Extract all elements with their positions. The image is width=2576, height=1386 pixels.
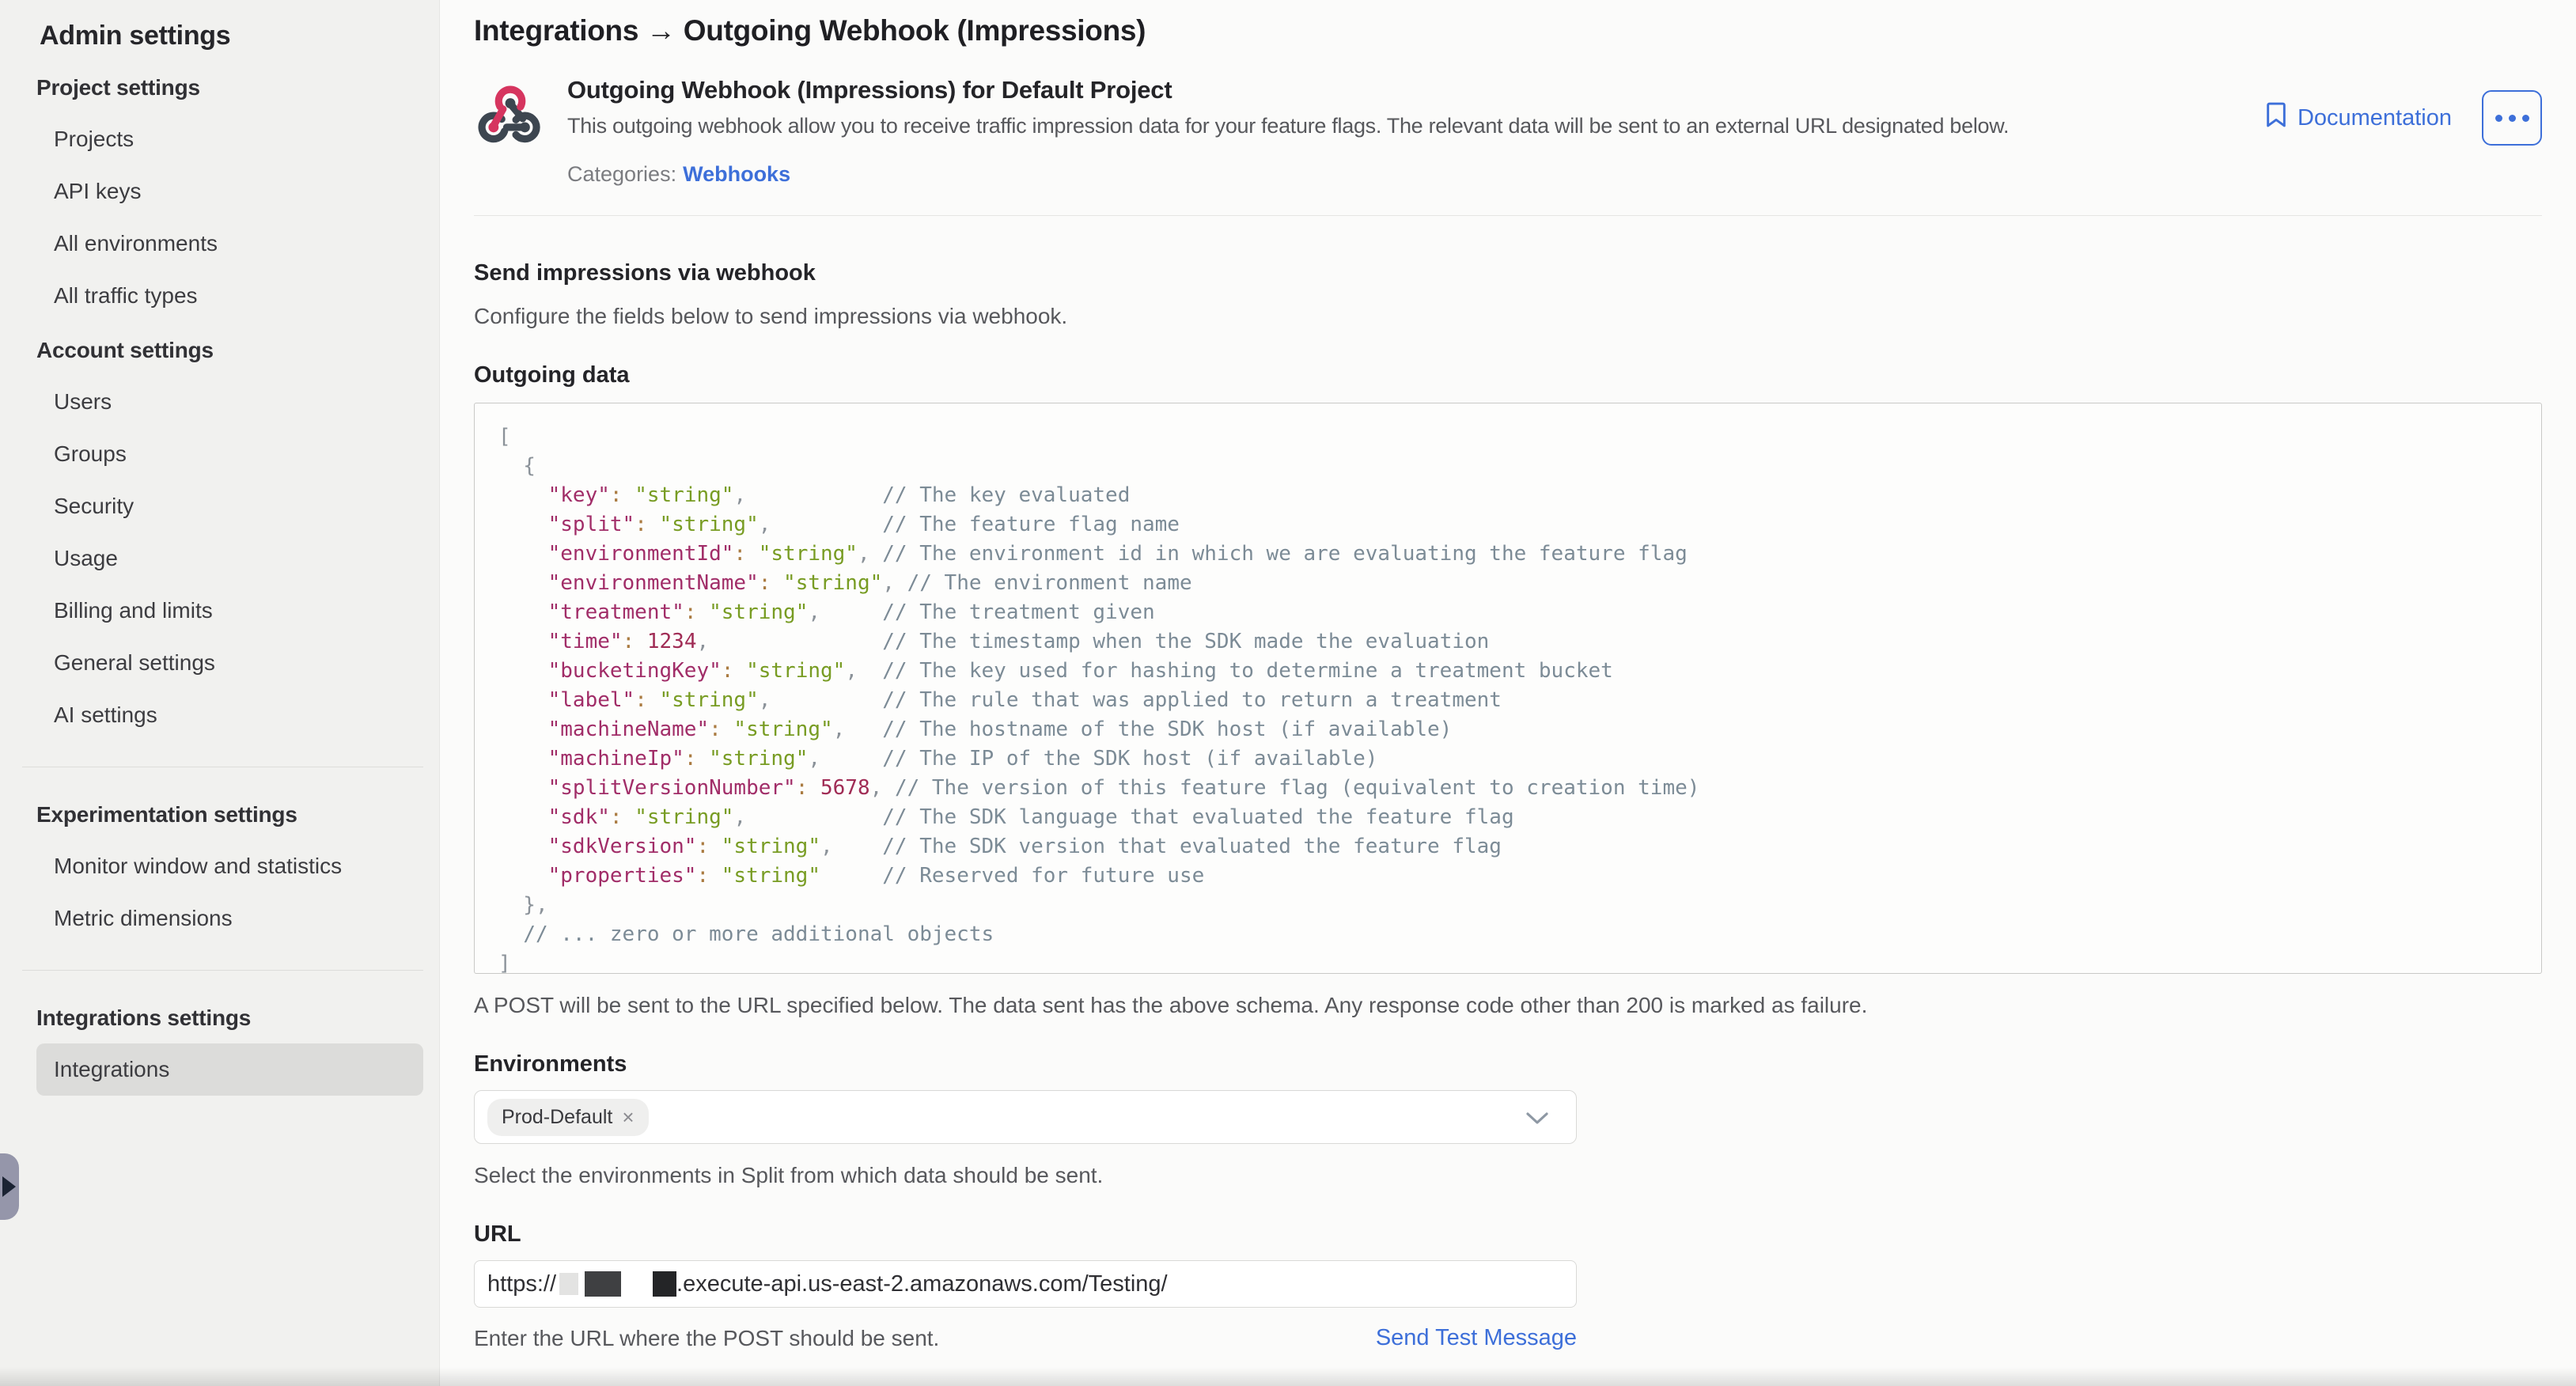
redacted-text-block <box>559 1273 578 1295</box>
code-line: "key": "string", // The key evaluated <box>498 481 2517 510</box>
code-line: "machineName": "string", // The hostname… <box>498 715 2517 744</box>
integration-header: Outgoing Webhook (Impressions) for Defau… <box>474 76 2542 187</box>
header-divider <box>474 215 2542 216</box>
post-note: A POST will be sent to the URL specified… <box>474 993 2542 1018</box>
categories-webhooks-link[interactable]: Webhooks <box>683 162 790 186</box>
chip-label: Prod-Default <box>502 1106 612 1129</box>
categories-label: Categories: <box>567 162 676 186</box>
sidebar-item-ai-settings[interactable]: AI settings <box>0 689 423 741</box>
code-line: "time": 1234, // The timestamp when the … <box>498 627 2517 657</box>
sidebar-item-users[interactable]: Users <box>0 376 423 428</box>
more-options-button[interactable] <box>2482 90 2542 146</box>
code-line: }, <box>498 891 2517 920</box>
sidebar-item-api-keys[interactable]: API keys <box>0 165 423 218</box>
sidebar-item-all-traffic-types[interactable]: All traffic types <box>0 270 423 322</box>
integration-info: Outgoing Webhook (Impressions) for Defau… <box>567 76 2264 187</box>
environments-label: Environments <box>474 1051 2542 1077</box>
code-line: // ... zero or more additional objects <box>498 920 2517 949</box>
sidebar-item-groups[interactable]: Groups <box>0 428 423 480</box>
sidebar-item-billing-and-limits[interactable]: Billing and limits <box>0 585 423 637</box>
sidebar-item-monitor-window-and-statistics[interactable]: Monitor window and statistics <box>0 840 423 892</box>
main-content: Integrations → Outgoing Webhook (Impress… <box>441 0 2576 1386</box>
sidebar-section-experimentation-settings: Experimentation settings <box>0 790 439 840</box>
code-line: "sdkVersion": "string", // The SDK versi… <box>498 832 2517 862</box>
code-line: "bucketingKey": "string", // The key use… <box>498 657 2517 686</box>
chip-remove-icon[interactable]: × <box>622 1107 634 1127</box>
code-line: "split": "string", // The feature flag n… <box>498 510 2517 540</box>
page-title: Integrations → Outgoing Webhook (Impress… <box>474 14 2542 47</box>
url-label: URL <box>474 1221 2542 1248</box>
code-line: "splitVersionNumber": 5678, // The versi… <box>498 774 2517 803</box>
sidebar-section-integrations-settings: Integrations settings <box>0 993 439 1043</box>
header-actions: Documentation <box>2264 90 2542 146</box>
outgoing-data-label: Outgoing data <box>474 362 2542 388</box>
sidebar-nav: Project settingsProjectsAPI keysAll envi… <box>0 62 439 1096</box>
admin-settings-sidebar: Admin settings Project settingsProjectsA… <box>0 0 440 1386</box>
code-line: "sdk": "string", // The SDK language tha… <box>498 803 2517 832</box>
sidebar-expand-handle[interactable] <box>0 1153 19 1220</box>
url-help: Enter the URL where the POST should be s… <box>474 1326 939 1351</box>
url-input[interactable]: https:// .execute-api.us-east-2.amazonaw… <box>474 1260 1577 1308</box>
bookmark-icon <box>2264 101 2288 134</box>
outgoing-data-schema: [ { "key": "string", // The key evaluate… <box>474 403 2542 974</box>
code-line: "treatment": "string", // The treatment … <box>498 598 2517 627</box>
code-line: "label": "string", // The rule that was … <box>498 686 2517 715</box>
sidebar-item-all-environments[interactable]: All environments <box>0 218 423 270</box>
redacted-text-block <box>585 1271 621 1297</box>
documentation-label: Documentation <box>2298 105 2452 131</box>
sidebar-item-usage[interactable]: Usage <box>0 532 423 585</box>
send-test-message-link[interactable]: Send Test Message <box>1376 1325 1577 1351</box>
section-subtitle: Configure the fields below to send impre… <box>474 304 2542 329</box>
categories-row: Categories: Webhooks <box>567 162 2264 187</box>
sidebar-item-metric-dimensions[interactable]: Metric dimensions <box>0 892 423 945</box>
code-line: "environmentId": "string", // The enviro… <box>498 540 2517 569</box>
code-line: "machineIp": "string", // The IP of the … <box>498 744 2517 774</box>
sidebar-item-integrations[interactable]: Integrations <box>36 1043 423 1096</box>
environments-select[interactable]: Prod-Default × <box>474 1090 1577 1144</box>
chevron-down-icon <box>1525 1111 1549 1130</box>
url-value-prefix: https:// <box>487 1271 556 1297</box>
documentation-link[interactable]: Documentation <box>2264 101 2452 134</box>
webhook-title: Outgoing Webhook (Impressions) for Defau… <box>567 76 2264 104</box>
sidebar-section-project-settings: Project settings <box>0 62 439 113</box>
url-value-suffix: .execute-api.us-east-2.amazonaws.com/Tes… <box>676 1271 1168 1297</box>
sidebar-title: Admin settings <box>40 21 439 51</box>
code-line: "properties": "string" // Reserved for f… <box>498 862 2517 891</box>
chevron-right-icon <box>2 1176 16 1197</box>
code-line: [ <box>498 422 2517 452</box>
sidebar-section-account-settings: Account settings <box>0 325 439 376</box>
ellipsis-icon <box>2495 115 2529 122</box>
sidebar-item-security[interactable]: Security <box>0 480 423 532</box>
webhook-description: This outgoing webhook allow you to recei… <box>567 114 2264 138</box>
webhook-logo-icon <box>474 81 547 153</box>
redacted-text-block <box>653 1271 676 1297</box>
url-footer-row: Enter the URL where the POST should be s… <box>474 1325 1577 1351</box>
section-title: Send impressions via webhook <box>474 260 2542 286</box>
sidebar-item-projects[interactable]: Projects <box>0 113 423 165</box>
sidebar-item-general-settings[interactable]: General settings <box>0 637 423 689</box>
environment-chip-prod-default: Prod-Default × <box>487 1099 649 1136</box>
code-line: "environmentName": "string", // The envi… <box>498 569 2517 598</box>
code-line: { <box>498 452 2517 481</box>
environments-help: Select the environments in Split from wh… <box>474 1163 2542 1188</box>
code-line: ] <box>498 949 2517 974</box>
sidebar-divider <box>22 970 423 971</box>
environment-chips: Prod-Default × <box>487 1099 649 1136</box>
